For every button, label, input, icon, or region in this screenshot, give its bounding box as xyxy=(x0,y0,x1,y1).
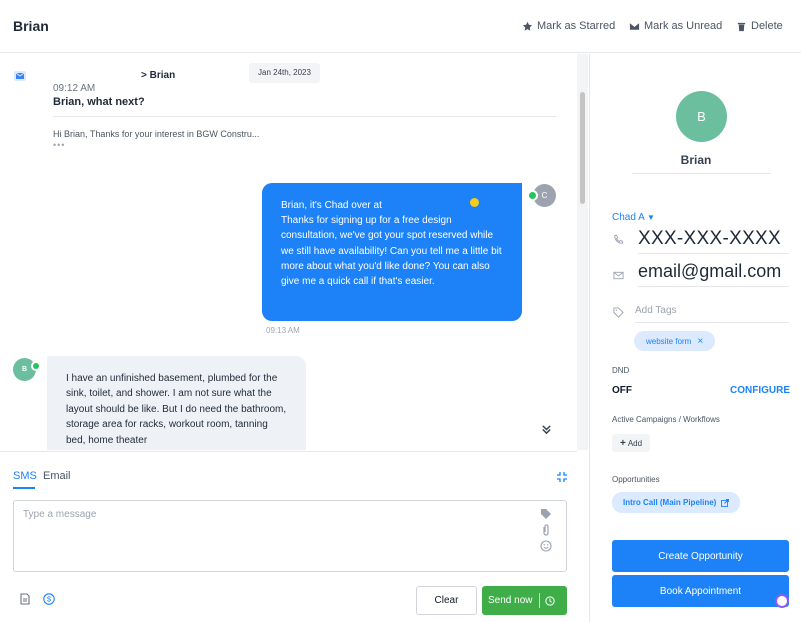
email-time: 09:12 AM xyxy=(53,83,96,94)
sms-channel-icon xyxy=(527,190,538,201)
email-subject: Brian, what next? xyxy=(53,96,145,108)
dnd-status: OFF xyxy=(612,385,632,396)
email-field[interactable]: email@gmail.com xyxy=(638,261,781,282)
scroll-to-bottom-icon[interactable] xyxy=(541,424,552,438)
plus-icon: + xyxy=(620,437,626,449)
contact-panel: B Brian Chad A ▼ XXX-XXX-XXXX email@gmai… xyxy=(589,54,801,622)
phone-icon xyxy=(614,234,624,244)
divider xyxy=(638,253,789,254)
sms-channel-icon xyxy=(31,361,41,371)
opportunities-label: Opportunities xyxy=(612,475,660,484)
email-message-icon xyxy=(14,71,26,81)
message-input[interactable] xyxy=(23,509,533,563)
campaigns-label: Active Campaigns / Workflows xyxy=(612,415,720,424)
send-now-button[interactable]: Send now xyxy=(482,586,567,615)
delete-button[interactable]: Delete xyxy=(736,20,783,32)
add-label: Add xyxy=(627,438,643,448)
envelope-icon xyxy=(629,22,640,30)
svg-text:$: $ xyxy=(47,595,52,604)
caret-down-icon: ▼ xyxy=(647,213,655,222)
mail-icon xyxy=(613,271,624,280)
payment-icon[interactable]: $ xyxy=(43,593,55,605)
outgoing-message: Brian, it's Chad over at Thanks for sign… xyxy=(262,183,522,321)
tag-label: website form xyxy=(646,336,692,346)
attachment-icon[interactable] xyxy=(540,524,552,536)
tag-chip: website form × xyxy=(634,331,716,351)
date-separator: Jan 24th, 2023 xyxy=(249,63,320,83)
configure-dnd-button[interactable]: CONFIGURE xyxy=(730,385,790,396)
phone-field[interactable]: XXX-XXX-XXXX xyxy=(638,228,781,250)
create-opportunity-button[interactable]: Create Opportunity xyxy=(612,540,789,572)
dnd-label: DND xyxy=(612,366,630,375)
divider xyxy=(635,322,789,323)
opportunity-chip[interactable]: Intro Call (Main Pipeline) xyxy=(612,492,741,513)
emoji-picker-icon[interactable] xyxy=(540,540,552,552)
schedule-icon[interactable] xyxy=(545,595,556,606)
tab-sms[interactable]: SMS xyxy=(13,470,37,482)
add-campaign-button[interactable]: + Add xyxy=(612,434,651,452)
collapse-icon[interactable] xyxy=(556,471,568,483)
expand-email-button[interactable]: ••• xyxy=(53,140,65,150)
send-now-label: Send now xyxy=(488,595,533,606)
owner-name: Chad A xyxy=(612,212,645,223)
email-recipient: > Brian xyxy=(141,70,176,81)
contact-name[interactable]: Brian xyxy=(590,153,801,167)
mark-starred-button[interactable]: Mark as Starred xyxy=(522,20,615,32)
tag-icon xyxy=(613,307,624,318)
mark-unread-button[interactable]: Mark as Unread xyxy=(629,20,722,32)
page-title: Brian xyxy=(13,18,49,34)
message-box xyxy=(13,500,567,572)
delete-label: Delete xyxy=(751,20,783,32)
book-appointment-button[interactable]: Book Appointment xyxy=(612,575,789,607)
outgoing-message-text: Brian, it's Chad over at Thanks for sign… xyxy=(281,200,502,288)
chat-widget-icon[interactable] xyxy=(775,594,789,608)
add-tags-input[interactable]: Add Tags xyxy=(635,305,677,316)
email-preview[interactable]: Hi Brian, Thanks for your interest in BG… xyxy=(53,129,259,139)
star-icon xyxy=(522,21,533,31)
opportunity-label: Intro Call (Main Pipeline) xyxy=(623,498,717,507)
clear-button[interactable]: Clear xyxy=(416,586,477,615)
divider xyxy=(632,173,771,174)
tab-email[interactable]: Email xyxy=(43,470,71,482)
template-icon[interactable] xyxy=(19,593,31,605)
active-tab-indicator xyxy=(13,487,35,489)
emoji-icon xyxy=(470,198,479,207)
divider xyxy=(638,286,789,287)
mark-starred-label: Mark as Starred xyxy=(537,20,616,32)
conversation-header: Brian Mark as Starred Mark as Unread Del… xyxy=(0,0,801,53)
divider xyxy=(53,116,556,117)
incoming-message-text: I have an unfinished basement, plumbed f… xyxy=(66,373,287,446)
tag-icon[interactable] xyxy=(540,508,552,520)
external-link-icon[interactable] xyxy=(721,498,730,507)
mark-unread-label: Mark as Unread xyxy=(644,20,723,32)
outgoing-time: 09:13 AM xyxy=(266,326,300,335)
contact-avatar: B xyxy=(676,91,727,142)
compose-panel: SMS Email $ Clear Send now xyxy=(0,451,577,622)
divider xyxy=(539,593,541,608)
remove-tag-icon[interactable]: × xyxy=(697,336,703,347)
trash-icon xyxy=(737,22,746,31)
scrollbar-thumb[interactable] xyxy=(580,92,585,204)
incoming-message: I have an unfinished basement, plumbed f… xyxy=(47,356,306,450)
owner-dropdown[interactable]: Chad A ▼ xyxy=(612,212,655,223)
conversation-thread[interactable]: > Brian Jan 24th, 2023 09:12 AM Brian, w… xyxy=(0,54,577,450)
